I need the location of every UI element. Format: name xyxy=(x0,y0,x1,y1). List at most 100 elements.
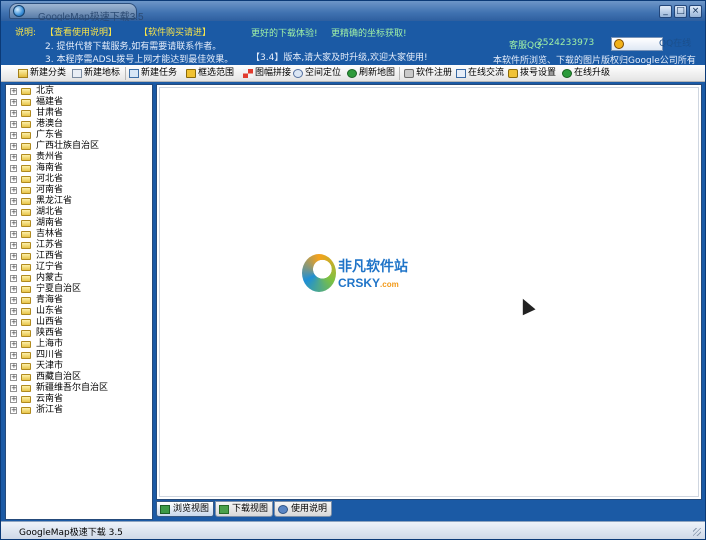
mosaic-icon xyxy=(243,69,253,78)
slogan-text-2: 更精确的坐标获取! xyxy=(331,29,407,39)
folder-icon xyxy=(21,374,31,381)
watermark-en-main: CRSKY xyxy=(338,276,381,290)
tree-item-label: 宁夏自治区 xyxy=(36,284,82,294)
expand-icon[interactable]: + xyxy=(10,165,17,172)
banner-label: 说明: xyxy=(15,28,37,38)
buy-link[interactable]: 【软件购买请进】 xyxy=(139,25,211,38)
select-range-button[interactable]: 框选范围 xyxy=(185,66,234,81)
expand-icon[interactable]: + xyxy=(10,198,17,205)
expand-icon[interactable]: + xyxy=(10,286,17,293)
close-button[interactable]: × xyxy=(689,5,702,18)
folder-icon xyxy=(21,319,31,326)
folder-icon xyxy=(21,121,31,128)
tab-browse-view[interactable]: 浏览视图 xyxy=(156,501,214,517)
folder-icon xyxy=(21,286,31,293)
watermark-cn: 非凡软件站 xyxy=(338,259,408,275)
tree-item-label: 广西壮族自治区 xyxy=(36,141,100,151)
watermark-logo: 非凡软件站 CRSKY.com xyxy=(302,252,414,296)
select-range-label: 框选范围 xyxy=(198,68,235,78)
tree-item-label: 山东省 xyxy=(36,306,64,316)
slogan-text-1: 更好的下载体验! xyxy=(251,29,318,39)
new-marker-button[interactable]: 新建地标 xyxy=(71,66,120,81)
folder-icon xyxy=(21,176,31,183)
expand-icon[interactable]: + xyxy=(10,154,17,161)
expand-icon[interactable]: + xyxy=(10,385,17,392)
guide-link[interactable]: 【查看使用说明】 xyxy=(45,25,117,38)
expand-icon[interactable]: + xyxy=(10,341,17,348)
expand-icon[interactable]: + xyxy=(10,231,17,238)
expand-icon[interactable]: + xyxy=(10,330,17,337)
online-upgrade-button[interactable]: 在线升级 xyxy=(561,66,610,81)
folder-icon xyxy=(21,363,31,370)
expand-icon[interactable]: + xyxy=(10,88,17,95)
qq-penguin-icon xyxy=(614,39,624,49)
online-chat-button[interactable]: 在线交流 xyxy=(455,66,504,81)
mouse-cursor-icon xyxy=(517,297,535,314)
register-button[interactable]: 软件注册 xyxy=(403,66,452,81)
expand-icon[interactable]: + xyxy=(10,275,17,282)
refresh-map-button[interactable]: 刷新地图 xyxy=(346,66,395,81)
globe-icon xyxy=(13,5,25,17)
expand-icon[interactable]: + xyxy=(10,220,17,227)
expand-icon[interactable]: + xyxy=(10,297,17,304)
tab-usage-guide[interactable]: 使用说明 xyxy=(274,501,332,517)
folder-icon xyxy=(21,132,31,139)
new-task-button[interactable]: 新建任务 xyxy=(128,66,177,81)
expand-icon[interactable]: + xyxy=(10,187,17,194)
expand-icon[interactable]: + xyxy=(10,176,17,183)
qq-online-button[interactable]: QQ在线 xyxy=(611,37,691,51)
resize-grip-icon[interactable] xyxy=(693,528,701,536)
expand-icon[interactable]: + xyxy=(10,407,17,414)
expand-icon[interactable]: + xyxy=(10,374,17,381)
tree-item-label: 黑龙江省 xyxy=(36,196,73,206)
minimize-button[interactable]: _ xyxy=(659,5,672,18)
expand-icon[interactable]: + xyxy=(10,264,17,271)
tree-item-label: 贵州省 xyxy=(36,152,64,162)
register-icon xyxy=(404,69,414,78)
expand-icon[interactable]: + xyxy=(10,121,17,128)
info-banner: 说明: 【查看使用说明】 【软件购买请进】 更好的下载体验! 更精确的坐标获取!… xyxy=(1,21,705,66)
expand-icon[interactable]: + xyxy=(10,209,17,216)
expand-icon[interactable]: + xyxy=(10,363,17,370)
expand-icon[interactable]: + xyxy=(10,308,17,315)
tree-item-label: 新疆维吾尔自治区 xyxy=(36,383,109,393)
tab-download-view[interactable]: 下载视图 xyxy=(215,501,273,517)
tree-item-label: 北京 xyxy=(36,86,55,96)
folder-icon xyxy=(18,69,28,78)
title-tab: GoogleMap极速下载3.5 xyxy=(9,3,144,23)
expand-icon[interactable]: + xyxy=(10,99,17,106)
folder-icon xyxy=(21,308,31,315)
locate-icon xyxy=(293,69,303,78)
region-tree[interactable]: + 北京 + 福建省 + 甘肃省 + 港澳台 + 广东省 + 广西壮族自治区 + 贵州省 + 海… xyxy=(5,84,153,520)
expand-icon[interactable]: + xyxy=(10,242,17,249)
map-view[interactable]: 非凡软件站 CRSKY.com xyxy=(156,84,702,500)
title-bar[interactable]: GoogleMap极速下载3.5 _ □ × xyxy=(1,1,705,23)
expand-icon[interactable]: + xyxy=(10,352,17,359)
select-range-icon xyxy=(186,69,196,78)
new-category-button[interactable]: 新建分类 xyxy=(17,66,66,81)
folder-icon xyxy=(21,407,31,414)
dial-settings-button[interactable]: 拨号设置 xyxy=(507,66,556,81)
tree-item-label: 内蒙古 xyxy=(36,273,64,283)
map-canvas[interactable]: 非凡软件站 CRSKY.com xyxy=(159,87,699,497)
mosaic-button[interactable]: 图幅拼接 xyxy=(242,66,291,81)
chat-icon xyxy=(456,69,466,78)
expand-icon[interactable]: + xyxy=(10,132,17,139)
expand-icon[interactable]: + xyxy=(10,319,17,326)
expand-icon[interactable]: + xyxy=(10,396,17,403)
folder-icon xyxy=(21,154,31,161)
expand-icon[interactable]: + xyxy=(10,143,17,150)
folder-icon xyxy=(21,396,31,403)
folder-icon xyxy=(21,220,31,227)
folder-icon xyxy=(21,385,31,392)
app-window: GoogleMap极速下载3.5 _ □ × 说明: 【查看使用说明】 【软件购… xyxy=(0,0,706,540)
help-icon xyxy=(278,505,288,514)
new-category-label: 新建分类 xyxy=(30,68,67,78)
expand-icon[interactable]: + xyxy=(10,253,17,260)
maximize-button[interactable]: □ xyxy=(674,5,687,18)
expand-icon[interactable]: + xyxy=(10,110,17,117)
locate-button[interactable]: 空间定位 xyxy=(292,66,341,81)
folder-icon xyxy=(21,143,31,150)
version-note: 【3.4】版本,请大家及时升级,欢迎大家使用! xyxy=(251,53,428,63)
tree-item-label: 福建省 xyxy=(36,97,64,107)
